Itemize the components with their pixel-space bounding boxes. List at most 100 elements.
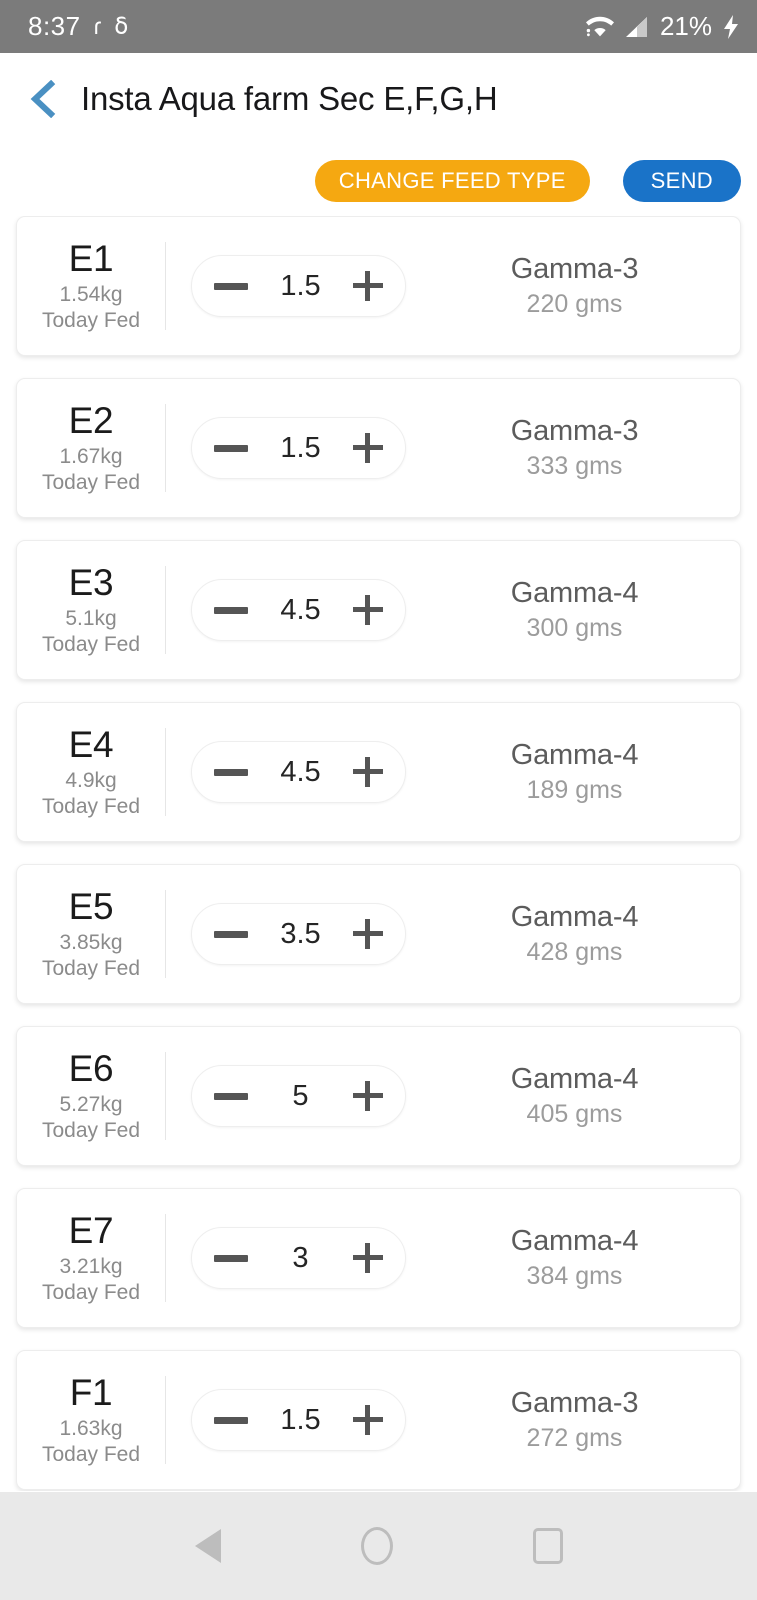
pond-name: E4	[68, 723, 114, 765]
pond-card[interactable]: E5 3.85kg Today Fed 3.5 Gamma-4 428 gms	[16, 864, 741, 1004]
pond-card[interactable]: E1 1.54kg Today Fed 1.5 Gamma-3 220 gms	[16, 216, 741, 356]
quantity-stepper[interactable]: 1.5	[191, 255, 406, 317]
stepper-cell: 5	[166, 1065, 431, 1127]
minus-icon[interactable]	[214, 768, 248, 776]
gmail-icon: ẟ	[114, 13, 129, 39]
today-fed-label: Today Fed	[41, 471, 141, 495]
pond-weight: 5.1kg	[65, 607, 117, 631]
stepper-cell: 1.5	[166, 1389, 431, 1451]
today-fed-label: Today Fed	[41, 1281, 141, 1305]
plus-icon[interactable]	[353, 919, 383, 949]
feed-quantity-label: 220 gms	[526, 290, 623, 318]
nav-home-icon[interactable]	[360, 1527, 393, 1565]
status-bar-clock: 8:37	[28, 11, 81, 41]
cellular-signal-icon	[625, 16, 649, 38]
pond-list[interactable]: E1 1.54kg Today Fed 1.5 Gamma-3 220 gms E2 1.67…	[0, 216, 757, 1491]
stepper-value: 3.5	[280, 917, 321, 950]
pond-weight: 4.9kg	[65, 769, 117, 793]
minus-icon[interactable]	[214, 930, 248, 938]
stepper-value: 3	[292, 1241, 309, 1274]
pond-info: E2 1.67kg Today Fed	[17, 401, 165, 495]
feed-type-label: Gamma-3	[510, 253, 639, 285]
minus-icon[interactable]	[214, 444, 248, 452]
stepper-cell: 3	[166, 1227, 431, 1289]
today-fed-label: Today Fed	[41, 1443, 141, 1467]
feed-info: Gamma-4 428 gms	[431, 901, 740, 967]
pond-info: E6 5.27kg Today Fed	[17, 1049, 165, 1143]
feed-info: Gamma-4 300 gms	[431, 577, 740, 643]
pond-weight: 1.67kg	[59, 445, 123, 469]
pond-info: E1 1.54kg Today Fed	[17, 239, 165, 333]
send-button[interactable]: SEND	[622, 160, 741, 202]
quantity-stepper[interactable]: 3	[191, 1227, 406, 1289]
chevron-left-icon[interactable]	[28, 79, 58, 119]
pond-name: E3	[68, 561, 114, 603]
feed-type-label: Gamma-4	[510, 577, 639, 609]
feed-info: Gamma-3 220 gms	[431, 253, 740, 319]
app-screen: 8:37 ɾ ẟ 21% Insta Aqua farm Sec E,F,G,H…	[0, 0, 757, 1600]
pond-card[interactable]: F1 1.63kg Today Fed 1.5 Gamma-3 272 gms	[16, 1350, 741, 1490]
feed-type-label: Gamma-4	[510, 739, 639, 771]
feed-quantity-label: 384 gms	[526, 1262, 623, 1290]
pond-card[interactable]: E7 3.21kg Today Fed 3 Gamma-4 384 gms	[16, 1188, 741, 1328]
pond-name: E1	[68, 237, 114, 279]
stepper-value: 1.5	[280, 269, 321, 302]
change-feed-type-button[interactable]: CHANGE FEED TYPE	[314, 160, 590, 202]
quantity-stepper[interactable]: 1.5	[191, 1389, 406, 1451]
plus-icon[interactable]	[353, 1081, 383, 1111]
feed-quantity-label: 189 gms	[526, 776, 623, 804]
stepper-cell: 4.5	[166, 741, 431, 803]
pond-card[interactable]: E6 5.27kg Today Fed 5 Gamma-4 405 gms	[16, 1026, 741, 1166]
nav-recents-icon[interactable]	[532, 1528, 563, 1564]
quantity-stepper[interactable]: 4.5	[191, 579, 406, 641]
pond-name: E2	[68, 399, 114, 441]
today-fed-label: Today Fed	[41, 633, 141, 657]
stepper-value: 1.5	[280, 431, 321, 464]
plus-icon[interactable]	[353, 595, 383, 625]
stepper-cell: 1.5	[166, 255, 431, 317]
feed-type-label: Gamma-3	[510, 1387, 639, 1419]
feed-info: Gamma-3 272 gms	[431, 1387, 740, 1453]
feed-info: Gamma-4 384 gms	[431, 1225, 740, 1291]
app-header: Insta Aqua farm Sec E,F,G,H	[0, 53, 757, 145]
page-title: Insta Aqua farm Sec E,F,G,H	[81, 80, 498, 117]
feed-quantity-label: 428 gms	[526, 938, 623, 966]
wifi-icon	[585, 16, 614, 37]
pond-card[interactable]: E2 1.67kg Today Fed 1.5 Gamma-3 333 gms	[16, 378, 741, 518]
pond-weight: 1.54kg	[59, 283, 123, 307]
pond-card[interactable]: E4 4.9kg Today Fed 4.5 Gamma-4 189 gms	[16, 702, 741, 842]
quantity-stepper[interactable]: 1.5	[191, 417, 406, 479]
quantity-stepper[interactable]: 5	[191, 1065, 406, 1127]
status-bar-left: 8:37 ɾ ẟ	[28, 11, 128, 42]
feed-type-label: Gamma-4	[510, 1225, 639, 1257]
pond-info: F1 1.63kg Today Fed	[17, 1373, 165, 1467]
pond-weight: 1.63kg	[59, 1417, 123, 1441]
minus-icon[interactable]	[214, 282, 248, 290]
pond-name: E6	[68, 1047, 114, 1089]
feed-quantity-label: 333 gms	[526, 452, 623, 480]
feed-type-label: Gamma-4	[510, 901, 639, 933]
plus-icon[interactable]	[353, 271, 383, 301]
status-bar: 8:37 ɾ ẟ 21%	[0, 0, 757, 53]
plus-icon[interactable]	[353, 1405, 383, 1435]
today-fed-label: Today Fed	[41, 957, 141, 981]
quantity-stepper[interactable]: 4.5	[191, 741, 406, 803]
stepper-cell: 3.5	[166, 903, 431, 965]
pond-card[interactable]: E3 5.1kg Today Fed 4.5 Gamma-4 300 gms	[16, 540, 741, 680]
plus-icon[interactable]	[353, 1243, 383, 1273]
quantity-stepper[interactable]: 3.5	[191, 903, 406, 965]
nav-back-icon[interactable]	[194, 1529, 221, 1563]
minus-icon[interactable]	[214, 1092, 248, 1100]
feed-type-label: Gamma-3	[510, 415, 639, 447]
battery-percent-label: 21%	[659, 11, 712, 41]
today-fed-label: Today Fed	[41, 795, 141, 819]
minus-icon[interactable]	[214, 606, 248, 614]
plus-icon[interactable]	[353, 433, 383, 463]
feed-type-label: Gamma-4	[510, 1063, 639, 1095]
feed-info: Gamma-4 189 gms	[431, 739, 740, 805]
feed-quantity-label: 300 gms	[526, 614, 623, 642]
minus-icon[interactable]	[214, 1254, 248, 1262]
plus-icon[interactable]	[353, 757, 383, 787]
minus-icon[interactable]	[214, 1416, 248, 1424]
pond-weight: 3.21kg	[59, 1255, 123, 1279]
